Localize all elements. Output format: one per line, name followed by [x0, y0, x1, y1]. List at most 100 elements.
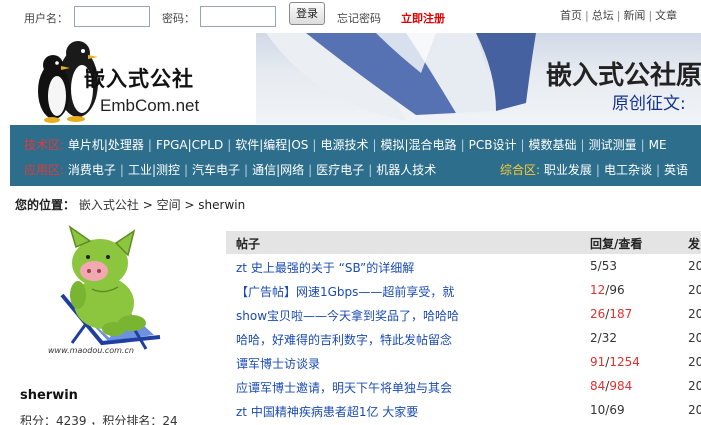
reply-count: 10: [590, 403, 606, 417]
category-separator: |: [183, 163, 189, 177]
username-input[interactable]: [74, 6, 150, 27]
category-link[interactable]: 软件|编程|OS: [235, 138, 308, 152]
post-title-link[interactable]: 哈哈，好难得的吉利数字，特此发帖留念: [236, 331, 452, 348]
category-row-apps: 应用区: 消费电子 | 工业|测控 | 汽车电子 | 通信|网络 | 医疗电子 | 机器人技术: [24, 161, 436, 178]
category-link[interactable]: 通信|网络: [252, 163, 304, 177]
category-link[interactable]: 模拟|混合电路: [381, 138, 457, 152]
category-link[interactable]: 英语: [664, 163, 688, 177]
post-title-link[interactable]: 谭军博士访谈录: [236, 355, 320, 372]
category-separator: |: [308, 163, 313, 177]
category-link[interactable]: 医疗电子: [316, 163, 364, 177]
topnav-articles[interactable]: 文章: [655, 9, 677, 22]
post-title-link[interactable]: zt 史上最强的关于 “SB”的详细解: [236, 259, 414, 276]
reply-count: 12: [590, 283, 606, 297]
category-link[interactable]: 工业|测控: [128, 163, 180, 177]
view-count: 69: [609, 403, 625, 417]
header-replies-views: 回复/查看: [590, 237, 643, 251]
top-nav: 首页 | 总坛 | 新闻 | 文章: [560, 7, 677, 23]
login-button[interactable]: 登录: [289, 2, 325, 25]
password-input[interactable]: [200, 6, 276, 27]
category-separator: |: [119, 163, 124, 177]
category-link[interactable]: 消费电子: [68, 163, 116, 177]
table-row: zt 中国精神疾病患者超1亿 大家要 10/69 20: [226, 398, 701, 422]
category-link[interactable]: ME: [649, 138, 667, 152]
table-row: 谭军博士访谈录 91/1254 20: [226, 350, 701, 374]
logo-title: 嵌入式公社: [84, 66, 194, 91]
banner-ad[interactable]: 嵌入式公社原 原创征文:: [256, 33, 701, 124]
register-link[interactable]: 立即注册: [401, 10, 445, 26]
topnav-news[interactable]: 新闻: [623, 9, 645, 22]
category-head-apps: 应用区:: [24, 163, 65, 177]
post-date: 20: [688, 403, 701, 417]
category-separator: |: [368, 163, 373, 177]
post-title-link[interactable]: zt 中国精神疾病患者超1亿 大家要: [236, 403, 418, 420]
category-link[interactable]: 测试测量: [589, 138, 637, 152]
posts-table: 帖子 回复/查看 发 zt 史上最强的关于 “SB”的详细解 5/53 20 【广告帖…: [226, 231, 701, 422]
breadcrumb-home[interactable]: 嵌入式公社: [79, 198, 139, 212]
header-date: 发: [688, 237, 701, 251]
category-link[interactable]: 电源技术: [320, 138, 368, 152]
category-separator: |: [640, 138, 645, 152]
post-reply-view-count: 91/1254: [590, 355, 640, 369]
post-reply-view-count: 5/53: [590, 259, 617, 273]
topnav-separator: |: [648, 9, 653, 22]
category-head-tech: 技术区:: [24, 138, 65, 152]
breadcrumb-separator: >: [184, 198, 199, 212]
category-separator: |: [655, 163, 660, 177]
topnav-separator: |: [585, 9, 589, 22]
reply-count: 26: [590, 307, 606, 321]
breadcrumb-label: 您的位置：: [15, 198, 76, 212]
reply-count: 2: [590, 331, 598, 345]
banner: 嵌入式公社 EmbCom.net 嵌入式公社原 原创征文:: [0, 33, 701, 124]
post-date: 20: [688, 259, 701, 273]
site-logo[interactable]: 嵌入式公社 EmbCom.net: [28, 33, 254, 124]
category-separator: |: [227, 138, 232, 152]
category-link[interactable]: 汽车电子: [192, 163, 240, 177]
table-row: show宝贝啦——今天拿到奖品了，哈哈哈 26/187 20: [226, 302, 701, 326]
category-link[interactable]: 职业发展: [544, 163, 592, 177]
table-row: 【广告帖】网速1Gbps——超前享受，就 12/96 20: [226, 278, 701, 302]
post-title-link[interactable]: show宝贝啦——今天拿到奖品了，哈哈哈: [236, 307, 459, 324]
post-date: 20: [688, 283, 701, 297]
post-reply-view-count: 26/187: [590, 307, 632, 321]
post-title-link[interactable]: 【广告帖】网速1Gbps——超前享受，就: [236, 283, 454, 300]
category-separator: |: [244, 163, 249, 177]
category-link[interactable]: PCB设计: [469, 138, 517, 152]
category-bar: 技术区: 单片机|处理器 | FPGA|CPLD | 软件|编程|OS | 电源技术 | 模拟|…: [10, 125, 701, 186]
login-bar: 用户名： 密码： 登录 忘记密码 立即注册 首页 | 总坛 | 新闻 | 文章: [0, 0, 701, 33]
view-count: 53: [601, 259, 617, 273]
category-separator: |: [595, 163, 600, 177]
table-row: zt 史上最强的关于 “SB”的详细解 5/53 20: [226, 254, 701, 278]
category-link[interactable]: 电工杂谈: [604, 163, 652, 177]
topnav-separator: |: [616, 9, 621, 22]
topnav-home[interactable]: 首页: [560, 9, 582, 22]
post-date: 20: [688, 355, 701, 369]
table-row: 哈哈，好难得的吉利数字，特此发帖留念 2/32 20: [226, 326, 701, 350]
category-row-tech: 技术区: 单片机|处理器 | FPGA|CPLD | 软件|编程|OS | 电源技术 | 模拟|…: [24, 136, 667, 153]
avatar[interactable]: www.maodou.com.cn: [42, 225, 172, 357]
logo-subtitle: EmbCom.net: [100, 96, 200, 115]
breadcrumb-space[interactable]: 空间: [157, 198, 181, 212]
avatar-caption: www.maodou.com.cn: [48, 346, 134, 355]
topnav-forum[interactable]: 总坛: [592, 9, 614, 22]
profile-username: sherwin: [20, 388, 78, 403]
post-date: 20: [688, 379, 701, 393]
post-reply-view-count: 84/984: [590, 379, 632, 393]
post-title-link[interactable]: 应谭军博士邀请，明天下午将单独与其会: [236, 379, 452, 396]
category-separator: |: [372, 138, 377, 152]
category-separator: |: [520, 138, 525, 152]
ad-subtitle: 原创征文:: [612, 94, 686, 114]
category-row-general: 综合区: 职业发展 | 电工杂谈 | 英语: [500, 161, 688, 178]
breadcrumb-user: sherwin: [198, 198, 246, 212]
breadcrumb-separator: >: [142, 198, 157, 212]
category-separator: |: [460, 138, 465, 152]
header-posts: 帖子: [236, 237, 261, 251]
ad-title: 嵌入式公社原: [546, 61, 701, 91]
category-link[interactable]: 单片机|处理器: [68, 138, 144, 152]
reply-count: 84: [590, 379, 606, 393]
category-link[interactable]: 模数基础: [529, 138, 577, 152]
category-link[interactable]: 机器人技术: [376, 163, 436, 177]
category-link[interactable]: FPGA|CPLD: [156, 138, 223, 152]
table-row: 应谭军博士邀请，明天下午将单独与其会 84/984 20: [226, 374, 701, 398]
forgot-password-link[interactable]: 忘记密码: [337, 10, 381, 26]
